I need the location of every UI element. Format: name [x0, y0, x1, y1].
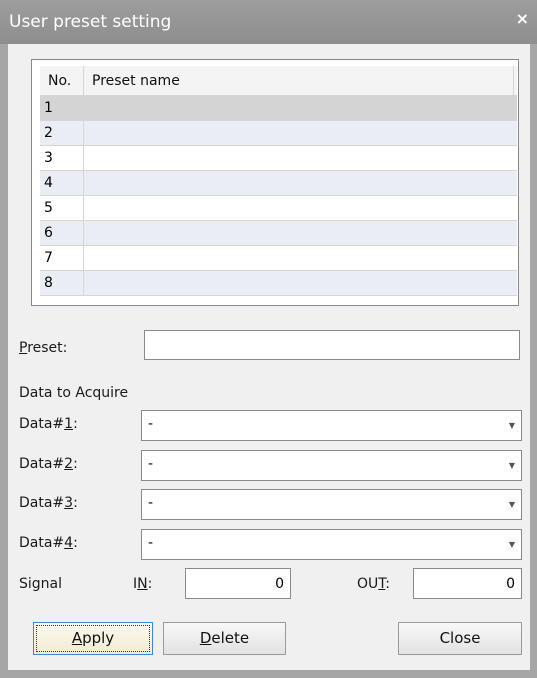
table-row[interactable]: 2 — [40, 121, 517, 146]
table-row[interactable]: 5 — [40, 196, 517, 221]
preset-label: Preset: — [19, 340, 67, 356]
dialog-body: No. Preset name 1 2 3 4 5 6 7 8 Preset: … — [8, 44, 530, 670]
row-number: 2 — [40, 121, 84, 145]
data2-label-suffix: : — [73, 456, 78, 472]
dialog-window: User preset setting × No. Preset name 1 … — [0, 0, 537, 678]
preset-label-accesskey: P — [19, 340, 28, 356]
data4-dropdown[interactable]: - ▼ — [141, 529, 522, 560]
chevron-down-icon: ▼ — [508, 540, 515, 549]
table-row[interactable]: 4 — [40, 171, 517, 196]
dialog-title: User preset setting — [9, 12, 172, 32]
window-border — [0, 670, 537, 678]
row-number: 7 — [40, 246, 84, 270]
row-preset-name — [84, 221, 514, 245]
row-number: 4 — [40, 171, 84, 195]
signal-in-label: IN: — [133, 576, 152, 592]
data2-selected-value: - — [148, 456, 154, 472]
delete-button[interactable]: Delete — [163, 622, 286, 655]
data1-label-accesskey: 1 — [64, 416, 74, 432]
column-header-preset-name[interactable]: Preset name — [84, 66, 514, 96]
table-row[interactable]: 3 — [40, 146, 517, 171]
signal-out-input[interactable] — [413, 568, 522, 599]
signal-in-accesskey: N — [137, 576, 148, 592]
data1-selected-value: - — [148, 416, 154, 432]
table-row[interactable]: 6 — [40, 221, 517, 246]
data1-dropdown[interactable]: - ▼ — [141, 410, 522, 441]
preset-name-input[interactable] — [144, 330, 520, 360]
chevron-down-icon: ▼ — [508, 421, 515, 430]
table-row[interactable]: 8 — [40, 271, 517, 296]
data1-label-suffix: : — [73, 416, 78, 432]
delete-accesskey: D — [199, 629, 212, 647]
row-preset-name — [84, 196, 514, 220]
signal-in-input[interactable] — [185, 568, 291, 599]
data1-label-prefix: Data# — [19, 416, 65, 432]
close-button[interactable]: Close — [398, 622, 522, 655]
row-number: 5 — [40, 196, 84, 220]
row-preset-name — [84, 246, 514, 270]
apply-button[interactable]: Apply — [33, 622, 153, 655]
data3-label-prefix: Data# — [19, 495, 65, 511]
data3-label-suffix: : — [73, 495, 78, 511]
row-number: 8 — [40, 271, 84, 295]
preset-label-text: reset: — [27, 340, 68, 356]
close-icon[interactable]: × — [516, 9, 529, 28]
chevron-down-icon: ▼ — [508, 500, 515, 509]
signal-out-suffix: : — [385, 576, 391, 592]
row-number: 3 — [40, 146, 84, 170]
data4-label-prefix: Data# — [19, 535, 65, 551]
row-preset-name — [84, 171, 514, 195]
row-preset-name — [84, 121, 514, 145]
row-preset-name — [84, 271, 514, 295]
data4-label-accesskey: 4 — [64, 535, 74, 551]
row-number: 6 — [40, 221, 84, 245]
title-bar[interactable]: User preset setting × — [0, 0, 537, 44]
data3-label-accesskey: 3 — [64, 495, 74, 511]
table-header: No. Preset name — [40, 66, 517, 96]
table-row[interactable]: 1 — [40, 96, 517, 121]
data4-label: Data#4: — [19, 535, 78, 551]
data3-label: Data#3: — [19, 495, 78, 511]
signal-in-suffix: : — [147, 576, 153, 592]
data2-label: Data#2: — [19, 456, 78, 472]
chevron-down-icon: ▼ — [508, 461, 515, 470]
signal-out-label: OUT: — [357, 576, 390, 592]
signal-out-prefix: OU — [357, 576, 379, 592]
delete-label: elete — [211, 629, 250, 647]
row-preset-name — [84, 146, 514, 170]
column-header-no[interactable]: No. — [40, 66, 84, 96]
data4-selected-value: - — [148, 535, 154, 551]
row-preset-name — [84, 96, 514, 120]
data2-dropdown[interactable]: - ▼ — [141, 450, 522, 481]
table-body: 1 2 3 4 5 6 7 8 — [40, 96, 517, 296]
data2-label-accesskey: 2 — [64, 456, 74, 472]
data4-label-suffix: : — [73, 535, 78, 551]
data1-label: Data#1: — [19, 416, 78, 432]
row-number: 1 — [40, 96, 84, 120]
signal-label: Signal — [19, 576, 63, 592]
preset-table: No. Preset name 1 2 3 4 5 6 7 8 — [31, 59, 519, 306]
table-row[interactable]: 7 — [40, 246, 517, 271]
data3-dropdown[interactable]: - ▼ — [141, 489, 522, 520]
data3-selected-value: - — [148, 495, 154, 511]
data-to-acquire-heading: Data to Acquire — [19, 385, 129, 401]
data2-label-prefix: Data# — [19, 456, 65, 472]
